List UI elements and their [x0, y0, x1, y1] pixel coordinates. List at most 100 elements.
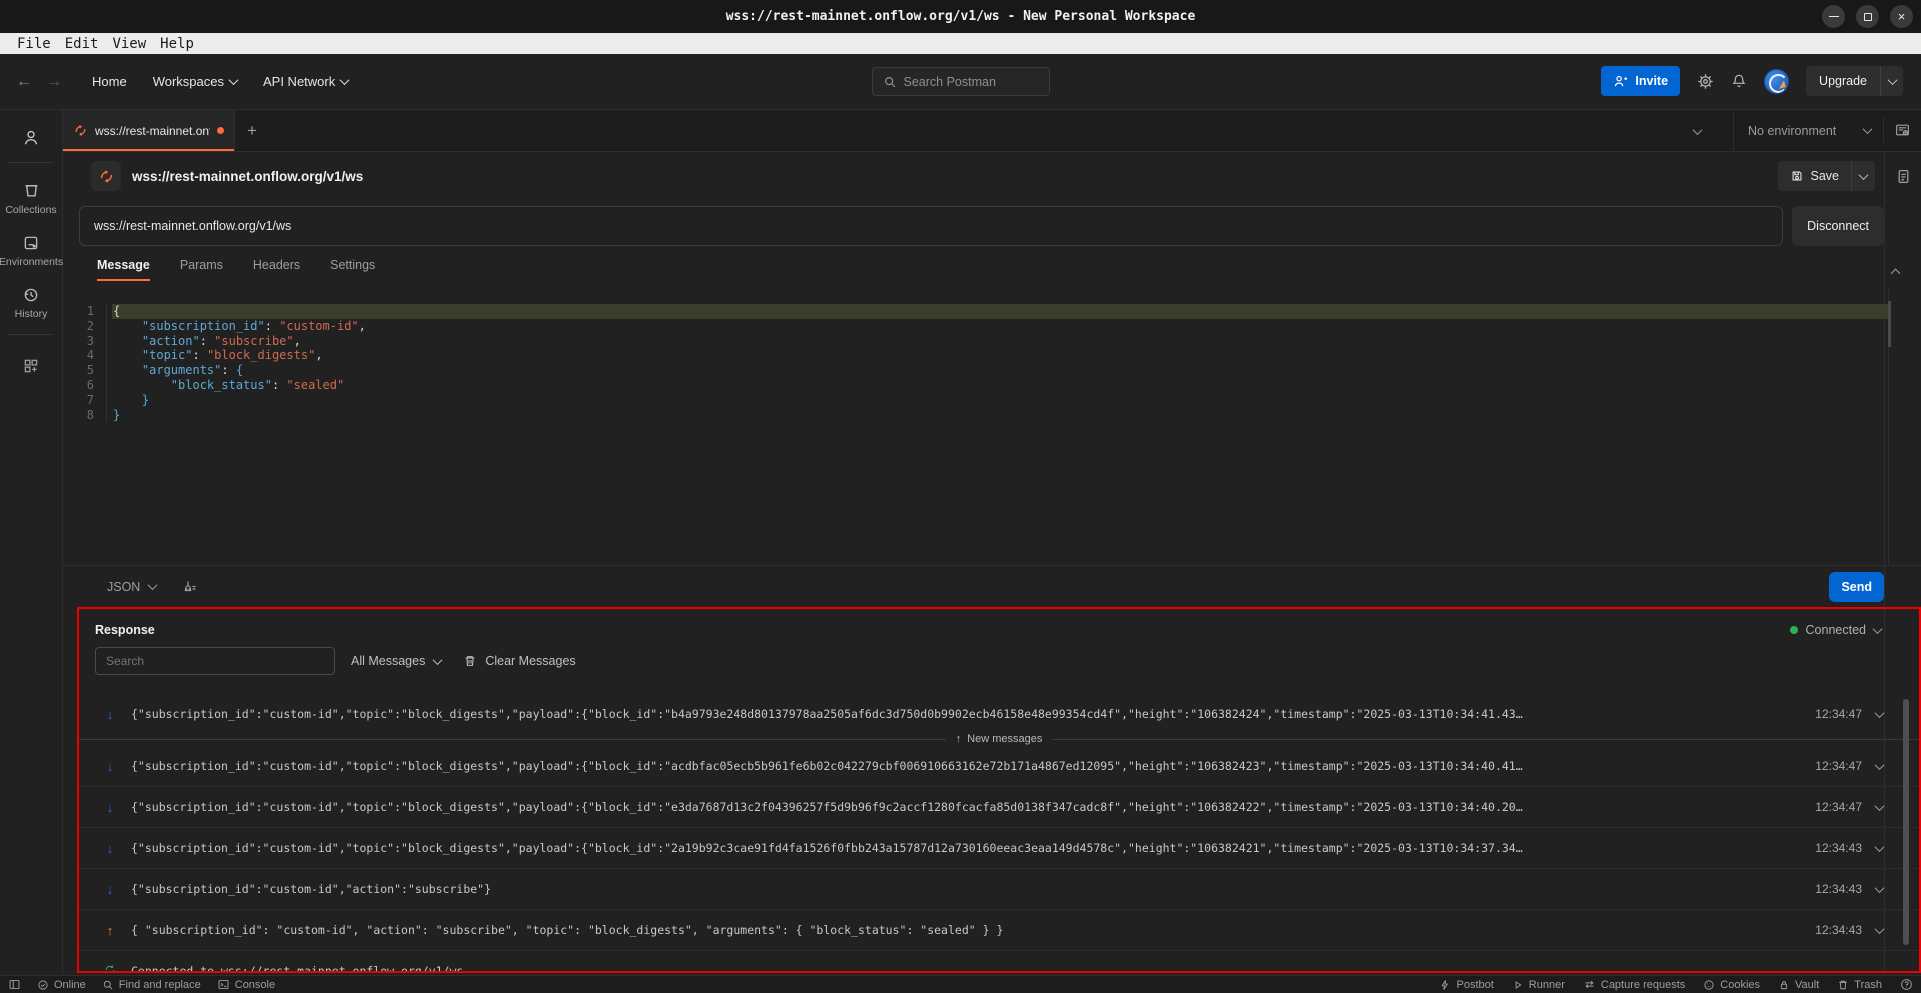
chevron-down-icon	[1693, 125, 1703, 135]
url-row: Disconnect	[63, 200, 1921, 252]
tab-overflow-button[interactable]	[1680, 122, 1715, 140]
message-row[interactable]: ↓ {"subscription_id":"custom-id","topic"…	[79, 697, 1919, 731]
statusbar-capture-requests[interactable]: Capture requests	[1583, 978, 1685, 991]
window-title: wss://rest-mainnet.onflow.org/v1/ws - Ne…	[726, 9, 1196, 24]
message-row[interactable]: ↓ {"subscription_id":"custom-id","topic"…	[79, 746, 1919, 787]
message-row[interactable]: Connected to wss://rest-mainnet.onflow.o…	[79, 951, 1919, 971]
close-button[interactable]: ×	[1890, 5, 1913, 28]
bolt-icon	[1439, 979, 1451, 991]
statusbar-online[interactable]: Online	[37, 979, 86, 991]
save-button[interactable]: Save	[1778, 161, 1852, 191]
menu-bar: FileEditViewHelp	[0, 33, 1921, 54]
editor-code[interactable]: { "subscription_id": "custom-id", "actio…	[107, 304, 1888, 422]
message-row[interactable]: ↓ {"subscription_id":"custom-id","action…	[79, 869, 1919, 910]
account-icon[interactable]	[21, 128, 41, 148]
save-dropdown-button[interactable]	[1851, 161, 1875, 191]
new-messages-divider[interactable]: ↑ New messages	[79, 731, 1919, 746]
expand-message-button[interactable]	[1876, 921, 1883, 939]
clear-messages-button[interactable]: Clear Messages	[463, 654, 575, 668]
forward-arrow-icon[interactable]: →	[46, 73, 62, 91]
gear-icon[interactable]	[1697, 73, 1714, 90]
menu-edit[interactable]: Edit	[58, 36, 106, 52]
sidebar-item-collections[interactable]: Collections	[5, 181, 56, 216]
environments-icon	[22, 234, 40, 252]
editor-scrollbar[interactable]	[1888, 301, 1891, 347]
response-panel: Response Connected All Messages	[77, 607, 1921, 973]
menu-help[interactable]: Help	[153, 36, 201, 52]
cookie-icon	[1703, 979, 1715, 991]
tab-params[interactable]: Params	[180, 258, 223, 281]
nav-api-network[interactable]: API Network	[255, 68, 356, 95]
back-arrow-icon[interactable]: ←	[16, 73, 32, 91]
message-format-select[interactable]: JSON	[107, 580, 156, 594]
expand-message-button[interactable]	[1876, 880, 1883, 898]
url-input[interactable]	[79, 206, 1783, 246]
save-split-button: Save	[1778, 161, 1876, 191]
tab-headers[interactable]: Headers	[253, 258, 300, 281]
beautify-icon[interactable]	[182, 579, 198, 595]
statusbar-question[interactable]	[1900, 978, 1913, 991]
more-tools-icon[interactable]	[22, 357, 40, 375]
statusbar-postbot[interactable]: Postbot	[1439, 979, 1493, 991]
message-list-scrollbar[interactable]	[1903, 699, 1909, 945]
upgrade-button[interactable]: Upgrade	[1806, 66, 1880, 96]
message-row[interactable]: ↓ {"subscription_id":"custom-id","topic"…	[79, 828, 1919, 869]
response-search-input[interactable]	[95, 647, 335, 675]
message-editor[interactable]: 12345678 { "subscription_id": "custom-id…	[63, 289, 1889, 565]
editor-line[interactable]: "topic": "block_digests",	[113, 348, 1888, 363]
expand-message-button[interactable]	[1876, 798, 1883, 816]
maximize-button[interactable]	[1856, 5, 1879, 28]
editor-line[interactable]: }	[113, 408, 1888, 423]
editor-line[interactable]: {	[112, 304, 1888, 319]
avatar[interactable]	[1764, 69, 1789, 94]
sidebar-item-history[interactable]: History	[15, 286, 48, 320]
environment-quick-look-button[interactable]	[1883, 118, 1921, 143]
tab-settings[interactable]: Settings	[330, 258, 375, 281]
expand-message-button[interactable]	[1876, 839, 1883, 857]
left-sidebar: Collections Environments History	[0, 110, 63, 975]
menu-view[interactable]: View	[105, 36, 153, 52]
editor-line[interactable]: "action": "subscribe",	[113, 334, 1888, 349]
statusbar-trash[interactable]: Trash	[1837, 979, 1882, 991]
expand-message-button[interactable]	[1876, 757, 1883, 775]
message-text: { "subscription_id": "custom-id", "actio…	[131, 923, 1797, 937]
nav-home[interactable]: Home	[84, 68, 135, 95]
minimize-button[interactable]	[1822, 5, 1845, 28]
statusbar-panel[interactable]	[8, 978, 21, 991]
statusbar-runner[interactable]: Runner	[1512, 979, 1565, 991]
sidebar-item-environments[interactable]: Environments	[0, 234, 63, 268]
collapse-editor-button[interactable]	[1892, 264, 1899, 282]
statusbar-label: Postbot	[1456, 979, 1493, 991]
disconnect-button[interactable]: Disconnect	[1792, 206, 1884, 246]
statusbar-vault[interactable]: Vault	[1778, 979, 1819, 991]
editor-line[interactable]: "subscription_id": "custom-id",	[113, 319, 1888, 334]
tab-message[interactable]: Message	[97, 258, 150, 281]
console-icon	[217, 978, 230, 991]
statusbar-console[interactable]: Console	[217, 978, 275, 991]
statusbar-find-and-replace[interactable]: Find and replace	[102, 979, 201, 991]
request-tabs: Message Params Headers Settings	[63, 252, 1921, 289]
message-row[interactable]: ↑ { "subscription_id": "custom-id", "act…	[79, 910, 1919, 951]
editor-line[interactable]: "arguments": {	[113, 363, 1888, 378]
lock-icon	[1778, 979, 1790, 991]
editor-line[interactable]: "block_status": "sealed"	[113, 378, 1888, 393]
upgrade-dropdown-button[interactable]	[1880, 66, 1903, 96]
menu-file[interactable]: File	[10, 36, 58, 52]
global-search[interactable]: Search Postman	[872, 67, 1050, 96]
environment-selector[interactable]: No environment	[1733, 110, 1883, 151]
nav-workspaces[interactable]: Workspaces	[145, 68, 245, 95]
connection-status[interactable]: Connected	[1790, 623, 1881, 637]
send-button[interactable]: Send	[1829, 572, 1884, 602]
close-icon: ×	[1898, 9, 1906, 24]
statusbar-cookies[interactable]: Cookies	[1703, 979, 1760, 991]
request-tab[interactable]: wss://rest-mainnet.onflo	[63, 110, 235, 151]
invite-button[interactable]: Invite	[1601, 66, 1680, 96]
message-filter-select[interactable]: All Messages	[351, 654, 441, 668]
expand-message-button[interactable]	[1876, 705, 1883, 723]
capture-icon	[1583, 978, 1596, 991]
check-circle-icon	[37, 979, 49, 991]
editor-line[interactable]: }	[113, 393, 1888, 408]
bell-icon[interactable]	[1731, 73, 1747, 89]
message-row[interactable]: ↓ {"subscription_id":"custom-id","topic"…	[79, 787, 1919, 828]
new-tab-button[interactable]: +	[235, 110, 269, 151]
